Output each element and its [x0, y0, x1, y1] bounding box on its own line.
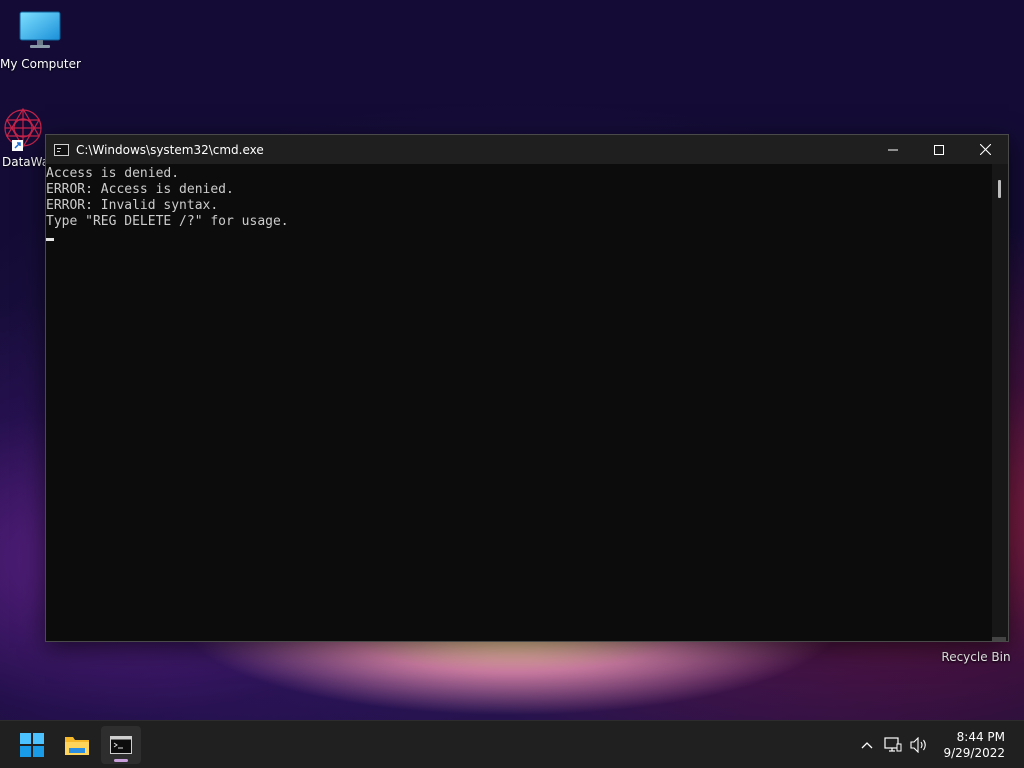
console-line: ERROR: Access is denied.	[46, 182, 234, 197]
title-bar[interactable]: C:\Windows\system32\cmd.exe	[46, 135, 1008, 164]
desktop-icon-recycle-bin[interactable]: Recycle Bin	[936, 646, 1016, 664]
network-icon	[884, 736, 902, 752]
close-button[interactable]	[962, 135, 1008, 164]
maximize-icon	[934, 144, 944, 155]
console-line: Access is denied.	[46, 166, 180, 181]
clock[interactable]: 8:44 PM 9/29/2022	[943, 729, 1005, 761]
taskbar-cmd[interactable]	[101, 726, 141, 764]
taskbar-file-explorer[interactable]	[57, 726, 97, 764]
chevron-up-icon	[862, 741, 873, 748]
window-title: C:\Windows\system32\cmd.exe	[76, 142, 264, 157]
taskbar: 8:44 PM 9/29/2022	[0, 720, 1024, 768]
console-line: ERROR: Invalid syntax.	[46, 198, 219, 213]
volume-button[interactable]	[907, 733, 931, 757]
show-hidden-icons-button[interactable]	[855, 733, 879, 757]
network-button[interactable]	[881, 733, 905, 757]
console-line: Type "REG DELETE /?" for usage.	[46, 214, 289, 229]
volume-icon	[910, 736, 927, 753]
scrollbar-thumb[interactable]	[998, 180, 1001, 198]
cmd-icon	[110, 736, 132, 754]
clock-time: 8:44 PM	[956, 729, 1005, 744]
start-button[interactable]	[12, 726, 52, 764]
text-cursor	[46, 238, 54, 241]
close-icon	[979, 144, 991, 155]
desktop-icon-my-computer[interactable]: My Computer	[0, 10, 81, 71]
minimize-icon	[888, 149, 898, 150]
windows-start-icon	[20, 733, 44, 757]
desktop-icon-label: Recycle Bin	[941, 650, 1011, 664]
cmd-icon	[54, 143, 69, 156]
console-output[interactable]: Access is denied. ERROR: Access is denie…	[46, 164, 992, 641]
scrollbar-end	[992, 637, 1006, 641]
active-indicator	[114, 759, 128, 762]
cmd-window[interactable]: C:\Windows\system32\cmd.exe Access is de…	[45, 134, 1009, 642]
monitor-icon	[19, 11, 61, 48]
datawa-app-icon	[4, 107, 42, 151]
file-explorer-icon	[65, 737, 89, 755]
minimize-button[interactable]	[870, 135, 916, 164]
maximize-button[interactable]	[916, 135, 962, 164]
system-tray: 8:44 PM 9/29/2022	[855, 721, 1024, 768]
clock-date: 9/29/2022	[943, 745, 1005, 760]
vertical-scrollbar[interactable]	[992, 164, 1008, 641]
desktop-icon-label: My Computer	[0, 57, 81, 71]
